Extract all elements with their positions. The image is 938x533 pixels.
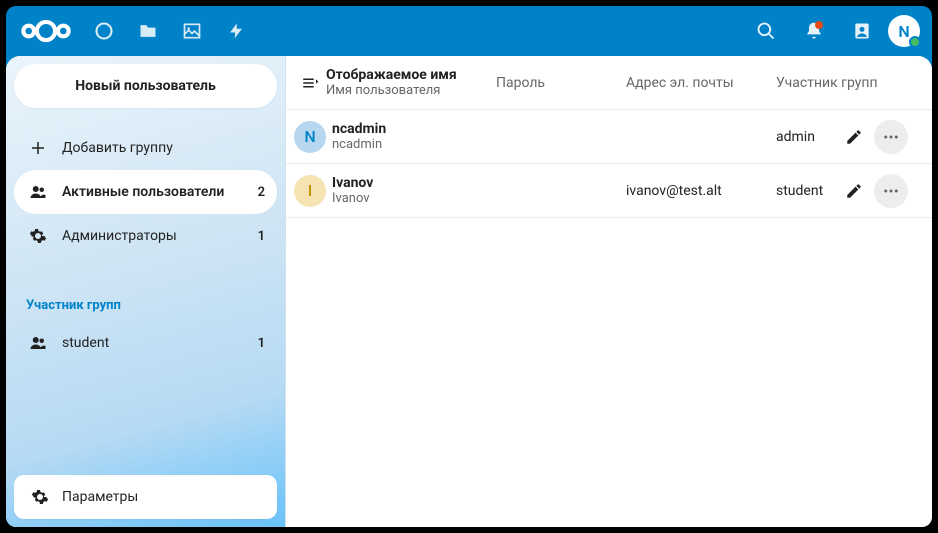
table-header: Отображаемое имя Имя пользователя Пароль…: [286, 56, 932, 110]
users-icon: [26, 183, 50, 201]
row-username: Ivanov: [332, 191, 496, 206]
add-group-label: Добавить группу: [62, 140, 265, 156]
content-area: Новый пользователь Добавить группу Актив…: [6, 56, 932, 527]
admins-count: 1: [258, 229, 265, 244]
col-head-displayname: Отображаемое имя: [326, 67, 496, 83]
activity-app-icon[interactable]: [214, 9, 258, 53]
photos-app-icon[interactable]: [170, 9, 214, 53]
sidebar-item-admins[interactable]: Администраторы 1: [14, 214, 277, 258]
header-right: N: [744, 9, 920, 53]
more-button[interactable]: [874, 174, 908, 208]
row-avatar-col: I: [294, 175, 326, 207]
table-row[interactable]: N ncadmin ncadmin admin: [286, 110, 932, 164]
col-head-username: Имя пользователя: [326, 83, 496, 98]
files-app-icon[interactable]: [126, 9, 170, 53]
notifications-icon[interactable]: [792, 9, 836, 53]
main-panel: Отображаемое имя Имя пользователя Пароль…: [286, 56, 932, 527]
row-email: ivanov@test.alt: [626, 183, 776, 199]
search-icon[interactable]: [744, 9, 788, 53]
group-icon: [26, 334, 50, 352]
notification-dot-icon: [815, 21, 823, 29]
edit-button[interactable]: [840, 123, 868, 151]
table-body: N ncadmin ncadmin admin I Ivanov Ivanov …: [286, 110, 932, 218]
group-student-count: 1: [258, 336, 265, 351]
row-name-col: Ivanov Ivanov: [326, 175, 496, 206]
settings-gear-icon: [28, 488, 52, 506]
row-actions: [828, 120, 908, 154]
row-username: ncadmin: [332, 137, 496, 152]
add-group-button[interactable]: Добавить группу: [14, 126, 277, 170]
row-groups: student: [776, 183, 828, 199]
table-row[interactable]: I Ivanov Ivanov ivanov@test.alt student: [286, 164, 932, 218]
row-displayname: Ivanov: [332, 175, 496, 191]
groups-heading: Участник групп: [14, 286, 277, 321]
row-avatar: I: [294, 175, 326, 207]
row-actions: [828, 174, 908, 208]
status-online-icon: [909, 36, 921, 48]
new-user-button[interactable]: Новый пользователь: [14, 64, 277, 108]
row-name-col: ncadmin ncadmin: [326, 121, 496, 152]
admins-label: Администраторы: [62, 228, 258, 244]
new-user-label: Новый пользователь: [75, 78, 216, 94]
sidebar-group-student[interactable]: student 1: [14, 321, 277, 365]
settings-button[interactable]: Параметры: [14, 475, 277, 519]
col-head-groups: Участник групп: [776, 75, 886, 91]
active-users-count: 2: [258, 185, 265, 200]
nextcloud-logo[interactable]: [18, 17, 74, 45]
settings-label: Параметры: [62, 489, 138, 505]
col-head-email: Адрес эл. почты: [626, 75, 776, 91]
sidebar: Новый пользователь Добавить группу Актив…: [6, 56, 286, 527]
group-student-label: student: [62, 335, 258, 351]
contacts-icon[interactable]: [840, 9, 884, 53]
row-displayname: ncadmin: [332, 121, 496, 137]
app-nav: [82, 9, 258, 53]
row-avatar: N: [294, 121, 326, 153]
active-users-label: Активные пользователи: [62, 184, 258, 200]
user-avatar[interactable]: N: [888, 15, 920, 47]
app-window: N Новый пользователь Добавить группу Акт…: [6, 6, 932, 527]
row-avatar-col: N: [294, 121, 326, 153]
col-head-password: Пароль: [496, 75, 626, 91]
gear-icon: [26, 227, 50, 245]
edit-button[interactable]: [840, 177, 868, 205]
top-header: N: [6, 6, 932, 56]
sidebar-item-active-users[interactable]: Активные пользователи 2: [14, 170, 277, 214]
row-groups: admin: [776, 129, 828, 145]
dashboard-app-icon[interactable]: [82, 9, 126, 53]
plus-icon: [26, 139, 50, 157]
more-button[interactable]: [874, 120, 908, 154]
avatar-initial: N: [898, 22, 909, 41]
col-head-name: Отображаемое имя Имя пользователя: [326, 67, 496, 98]
toggle-column-icon[interactable]: [294, 74, 326, 92]
